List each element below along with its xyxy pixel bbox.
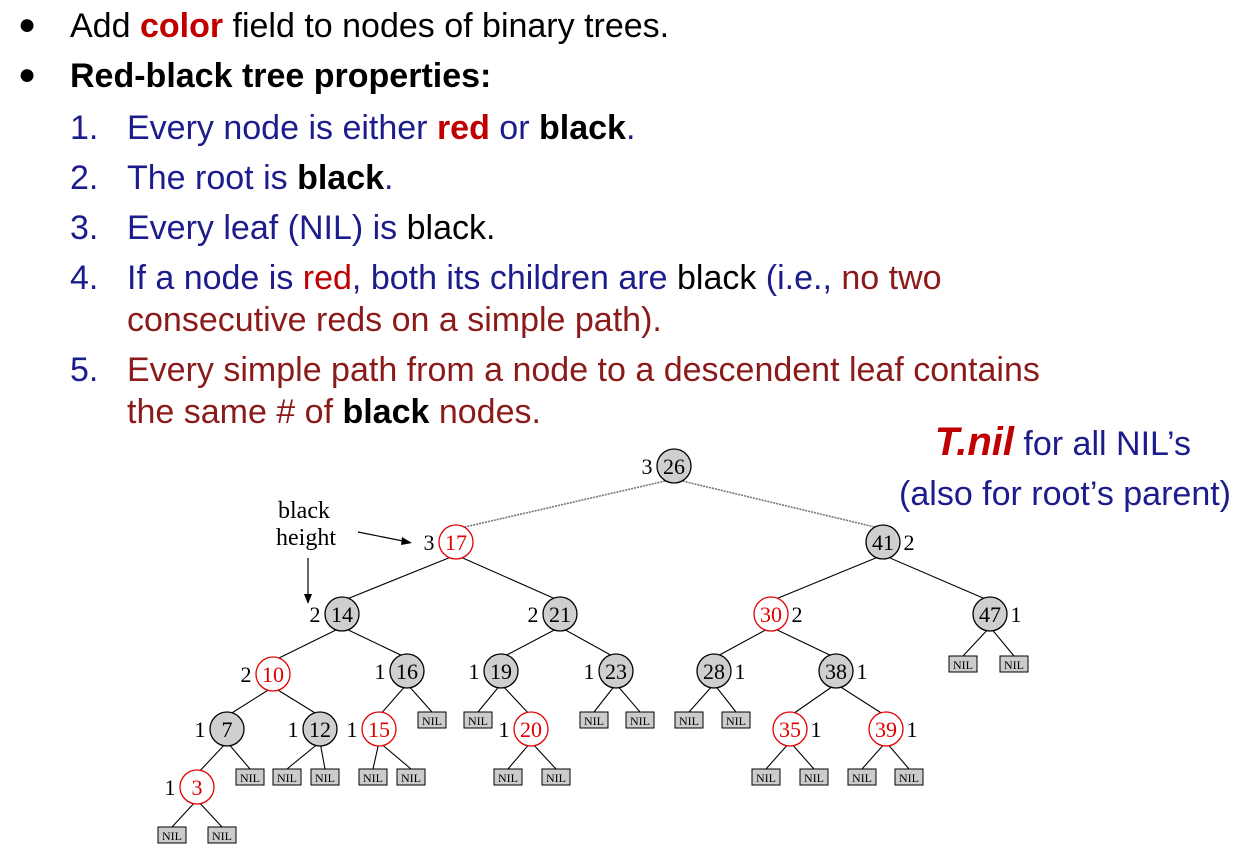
- tree-edge-30-38: [770, 626, 837, 659]
- tree-edge-19-20: [500, 683, 532, 717]
- tree-node-key-30: 30: [760, 602, 782, 627]
- black-height-21: 2: [528, 602, 539, 627]
- nil-leaf-label-13: NIL: [498, 771, 518, 785]
- tree-edge-17-21: [455, 554, 561, 602]
- black-height-12: 1: [288, 717, 299, 742]
- tree-node-key-12: 12: [309, 717, 331, 742]
- annotation-arrow-right: [357, 531, 409, 543]
- tree-edge-21-23: [559, 626, 617, 659]
- black-height-30: 2: [792, 602, 803, 627]
- nil-leaf-label-19: NIL: [162, 829, 182, 843]
- nil-edge-1: [989, 626, 1015, 657]
- black-height-17: 3: [424, 530, 435, 555]
- tree-edge-26-41: [673, 478, 884, 530]
- tree-node-key-47: 47: [979, 602, 1001, 627]
- tree-node-key-19: 19: [490, 659, 512, 684]
- tree-node-key-23: 23: [605, 659, 627, 684]
- nil-leaf-label-3: NIL: [468, 714, 488, 728]
- tree-edge-10-7: [226, 686, 274, 717]
- tree-node-key-39: 39: [875, 717, 897, 742]
- nil-leaf-label-12: NIL: [401, 771, 421, 785]
- black-height-10: 2: [241, 662, 252, 687]
- nil-leaf-label-5: NIL: [630, 714, 650, 728]
- nil-leaf-label-0: NIL: [953, 658, 973, 672]
- tree-edge-7-3: [196, 741, 228, 775]
- black-height-39: 1: [907, 717, 918, 742]
- black-height-7: 1: [195, 717, 206, 742]
- tree-node-key-3: 3: [192, 775, 203, 800]
- tree-node-key-15: 15: [368, 717, 390, 742]
- black-height-14: 2: [310, 602, 321, 627]
- tree-node-key-26: 26: [663, 454, 685, 479]
- annotation-arrowhead-right: [401, 537, 412, 545]
- tree-edge-38-39: [835, 683, 887, 717]
- black-height-15: 1: [347, 717, 358, 742]
- tree-edge-14-16: [341, 626, 408, 659]
- nil-leaf-label-9: NIL: [277, 771, 297, 785]
- black-height-38: 1: [857, 659, 868, 684]
- black-height-23: 1: [584, 659, 595, 684]
- nil-edge-9: [286, 741, 321, 770]
- nil-leaf-label-10: NIL: [315, 771, 335, 785]
- nil-leaf-label-18: NIL: [899, 771, 919, 785]
- tree-edge-41-47: [882, 554, 991, 602]
- nil-leaf-label-15: NIL: [756, 771, 776, 785]
- nil-edge-0: [962, 626, 991, 657]
- tree-node-key-17: 17: [445, 530, 467, 555]
- tree-edge-21-19: [500, 626, 561, 659]
- tree-node-key-21: 21: [549, 602, 571, 627]
- tree-node-key-28: 28: [703, 659, 725, 684]
- nil-leaf-label-6: NIL: [679, 714, 699, 728]
- black-height-41: 2: [904, 530, 915, 555]
- red-black-tree-diagram: black height NIL NIL NIL NIL NIL NIL NIL NIL NIL…: [157, 448, 1029, 844]
- nil-edge-12: [378, 741, 412, 770]
- tree-node-key-41: 41: [872, 530, 894, 555]
- tree-edge-38-35: [789, 683, 837, 717]
- black-height-35: 1: [811, 717, 822, 742]
- black-height-16: 1: [375, 659, 386, 684]
- nil-leaf-label-8: NIL: [240, 771, 260, 785]
- tree-node-key-38: 38: [825, 659, 847, 684]
- tree-node-key-35: 35: [779, 717, 801, 742]
- nil-leaf-label-14: NIL: [546, 771, 566, 785]
- tree-edge-16-15: [378, 683, 408, 717]
- nil-leaf-label-17: NIL: [852, 771, 872, 785]
- nil-leaf-label-20: NIL: [212, 829, 232, 843]
- black-height-47: 1: [1011, 602, 1022, 627]
- tree-edge-30-28: [713, 626, 772, 659]
- tree-node-key-16: 16: [396, 659, 418, 684]
- black-height-26: 3: [642, 454, 653, 479]
- tree-edge-41-30: [770, 554, 884, 602]
- nil-leaf-label-7: NIL: [726, 714, 746, 728]
- nil-leaf-label-11: NIL: [363, 771, 383, 785]
- tree-edge-17-14: [341, 554, 457, 602]
- black-height-28: 1: [735, 659, 746, 684]
- nil-leaf-label-1: NIL: [1004, 658, 1024, 672]
- annotation-height: height: [276, 525, 336, 551]
- black-height-3: 1: [165, 775, 176, 800]
- tree-node-key-7: 7: [222, 717, 233, 742]
- tree-node-key-20: 20: [520, 717, 542, 742]
- black-height-20: 1: [499, 717, 510, 742]
- nil-leaf-label-4: NIL: [584, 714, 604, 728]
- tree-edge-26-17: [455, 478, 675, 530]
- black-height-19: 1: [469, 659, 480, 684]
- tree-node-key-14: 14: [331, 602, 353, 627]
- nil-leaf-label-2: NIL: [422, 714, 442, 728]
- tree-edge-10-12: [272, 686, 321, 717]
- tree-node-key-10: 10: [262, 662, 284, 687]
- nil-leaf-label-16: NIL: [804, 771, 824, 785]
- tree-edge-14-10: [272, 626, 343, 662]
- annotation-black: black: [278, 498, 330, 524]
